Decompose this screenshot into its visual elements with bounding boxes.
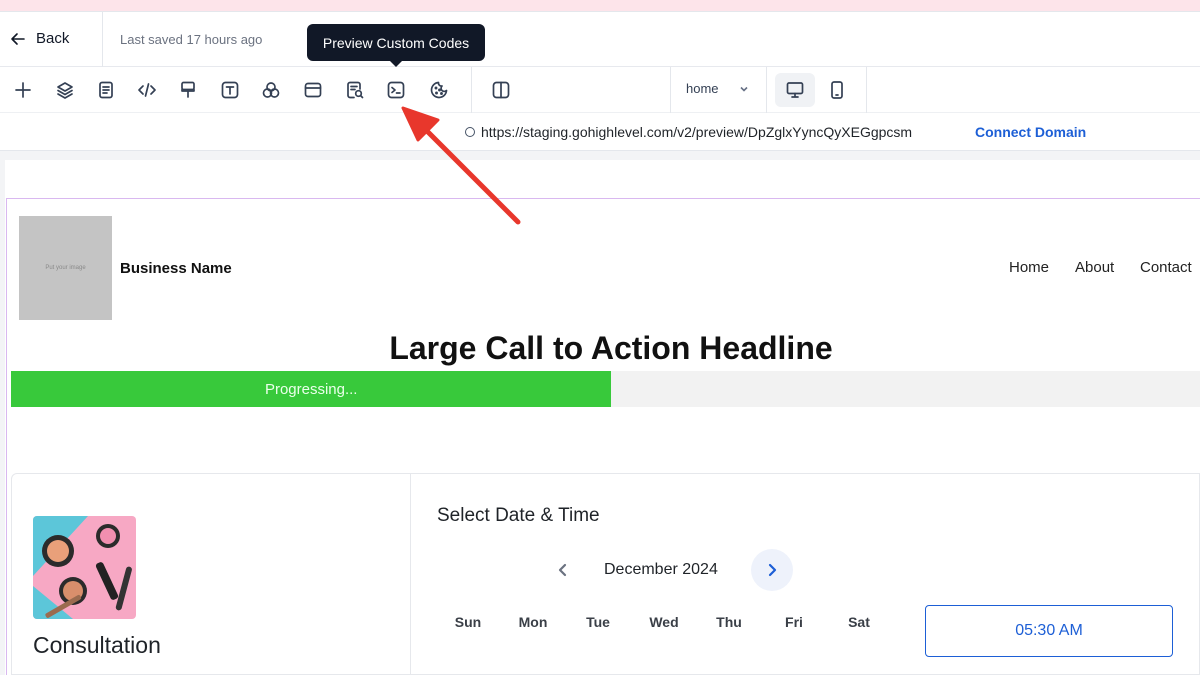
service-name: Consultation — [33, 632, 161, 658]
connect-domain-link[interactable]: Connect Domain — [975, 124, 1086, 140]
back-button[interactable]: Back — [10, 30, 69, 47]
nav-about[interactable]: About — [1075, 259, 1114, 276]
toolbar-divider — [670, 67, 671, 113]
editor-toolbar: home — [0, 67, 1200, 113]
chevron-right-icon — [768, 563, 777, 577]
top-strip — [0, 0, 1200, 12]
last-saved-text: Last saved 17 hours ago — [120, 32, 263, 47]
logo-placeholder-image[interactable]: Put your image — [19, 216, 112, 320]
toolbar-divider — [866, 67, 867, 113]
page-icon — [99, 81, 113, 99]
styles-button[interactable] — [176, 78, 200, 102]
search-page-icon — [347, 81, 364, 99]
weekday-wed: Wed — [649, 614, 679, 630]
layers-button[interactable] — [53, 78, 77, 102]
mobile-view-button[interactable] — [817, 73, 857, 107]
split-view-button[interactable] — [489, 78, 513, 102]
page-select[interactable]: home — [686, 81, 749, 96]
chevron-left-icon — [558, 563, 567, 577]
time-slot-button[interactable]: 05:30 AM — [925, 605, 1173, 657]
arrow-left-icon — [11, 32, 25, 45]
page-select-value: home — [686, 81, 719, 96]
pages-button[interactable] — [94, 78, 118, 102]
toolbar-divider — [471, 67, 472, 113]
cta-headline: Large Call to Action Headline — [389, 330, 833, 366]
next-month-button[interactable] — [751, 549, 793, 591]
nav-home[interactable]: Home — [1009, 259, 1049, 276]
service-image — [33, 516, 136, 619]
preview-url[interactable]: https://staging.gohighlevel.com/v2/previ… — [481, 124, 912, 140]
weekday-thu: Thu — [716, 614, 742, 630]
back-label: Back — [36, 30, 70, 47]
add-element-button[interactable] — [11, 78, 35, 102]
chevron-down-icon — [739, 86, 748, 92]
select-date-time-title: Select Date & Time — [437, 505, 600, 526]
status-circle-icon — [465, 127, 475, 137]
nav-contact[interactable]: Contact — [1140, 259, 1192, 276]
toolbar-divider — [766, 67, 767, 113]
tooltip: Preview Custom Codes — [307, 24, 485, 67]
split-view-icon — [492, 81, 510, 99]
makeup-image — [33, 516, 136, 619]
preview-custom-codes-button[interactable] — [384, 78, 408, 102]
section-icon — [304, 82, 322, 98]
weekday-sun: Sun — [454, 614, 482, 630]
preview-url-bar: https://staging.gohighlevel.com/v2/previ… — [0, 113, 1200, 151]
weekday-sat: Sat — [848, 614, 870, 630]
logo-placeholder-text: Put your image — [45, 265, 86, 271]
progress-bar: Progressing... — [11, 371, 1200, 407]
progress-label: Progressing... — [264, 380, 358, 398]
plus-icon — [15, 82, 31, 98]
layers-icon — [57, 82, 73, 99]
paint-brush-icon — [181, 81, 195, 98]
seo-button[interactable] — [343, 78, 367, 102]
elements-icon — [262, 82, 280, 98]
terminal-icon — [387, 81, 405, 99]
code-icon — [138, 83, 156, 97]
cookie-icon — [430, 81, 448, 99]
progress-bar-fill: Progressing... — [11, 371, 612, 407]
elements-button[interactable] — [259, 78, 283, 102]
desktop-view-button[interactable] — [775, 73, 815, 107]
code-button[interactable] — [135, 78, 159, 102]
calendar-month: December 2024 — [604, 561, 718, 578]
cookie-button[interactable] — [427, 78, 451, 102]
header-divider — [102, 12, 103, 67]
editor-header: Back Last saved 17 hours ago — [0, 12, 1200, 67]
weekday-tue: Tue — [586, 614, 610, 630]
typography-button[interactable] — [218, 78, 242, 102]
desktop-icon — [786, 82, 804, 98]
weekday-fri: Fri — [785, 614, 803, 630]
mobile-icon — [831, 81, 843, 99]
prev-month-button[interactable] — [549, 556, 577, 584]
business-name: Business Name — [120, 260, 232, 277]
booking-card-divider — [410, 474, 411, 675]
weekday-mon: Mon — [518, 614, 548, 630]
sections-button[interactable] — [301, 78, 325, 102]
text-icon — [221, 81, 239, 99]
